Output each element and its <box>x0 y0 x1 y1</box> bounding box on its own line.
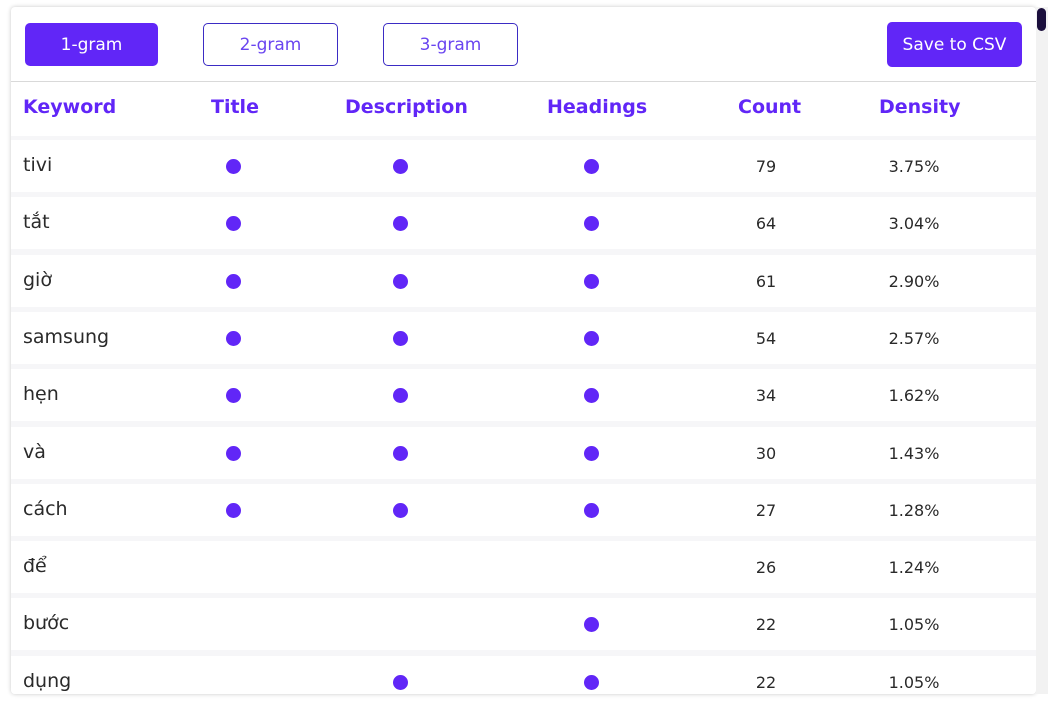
density-cell: 1.05% <box>888 615 940 634</box>
header-density[interactable]: Density <box>879 96 960 118</box>
density-cell: 1.43% <box>888 444 940 463</box>
table-header: Keyword Title Description Headings Count… <box>11 82 1036 136</box>
description-presence-dot-icon <box>393 503 408 518</box>
table-row: tắt 64 3.04% <box>11 197 1036 249</box>
keyword-cell: và <box>23 441 46 463</box>
headings-presence-dot-icon <box>584 675 599 690</box>
table-row: và 30 1.43% <box>11 427 1036 479</box>
headings-presence-dot-icon <box>584 274 599 289</box>
density-cell: 1.05% <box>888 673 940 692</box>
count-cell: 64 <box>755 214 777 233</box>
header-keyword[interactable]: Keyword <box>23 96 116 118</box>
description-presence-dot-icon <box>393 331 408 346</box>
density-cell: 1.62% <box>888 386 940 405</box>
toolbar: 1-gram 2-gram 3-gram Save to CSV <box>11 7 1036 82</box>
count-cell: 79 <box>755 157 777 176</box>
keyword-cell: bước <box>23 612 70 634</box>
description-presence-dot-icon <box>393 446 408 461</box>
table-row: bước 22 1.05% <box>11 598 1036 650</box>
description-presence-dot-icon <box>393 216 408 231</box>
density-cell: 2.57% <box>888 329 940 348</box>
description-presence-dot-icon <box>393 675 408 690</box>
density-cell: 1.28% <box>888 501 940 520</box>
keyword-cell: giờ <box>23 269 52 291</box>
count-cell: 54 <box>755 329 777 348</box>
table-row: giờ 61 2.90% <box>11 255 1036 307</box>
headings-presence-dot-icon <box>584 503 599 518</box>
headings-presence-dot-icon <box>584 216 599 231</box>
density-cell: 3.04% <box>888 214 940 233</box>
title-presence-dot-icon <box>226 446 241 461</box>
title-presence-dot-icon <box>226 159 241 174</box>
title-presence-dot-icon <box>226 388 241 403</box>
count-cell: 26 <box>755 558 777 577</box>
header-description[interactable]: Description <box>345 96 468 118</box>
description-presence-dot-icon <box>393 388 408 403</box>
table-row: để 26 1.24% <box>11 541 1036 593</box>
count-cell: 27 <box>755 501 777 520</box>
headings-presence-dot-icon <box>584 446 599 461</box>
description-presence-dot-icon <box>393 159 408 174</box>
keyword-cell: để <box>23 555 47 577</box>
headings-presence-dot-icon <box>584 159 599 174</box>
description-presence-dot-icon <box>393 274 408 289</box>
keyword-table: Keyword Title Description Headings Count… <box>11 82 1036 694</box>
3-gram-button[interactable]: 3-gram <box>383 23 518 66</box>
scrollbar-thumb[interactable] <box>1037 8 1046 31</box>
count-cell: 30 <box>755 444 777 463</box>
count-cell: 61 <box>755 272 777 291</box>
1-gram-button[interactable]: 1-gram <box>25 23 158 66</box>
headings-presence-dot-icon <box>584 331 599 346</box>
keyword-cell: hẹn <box>23 383 59 405</box>
table-row: samsung 54 2.57% <box>11 312 1036 364</box>
2-gram-button[interactable]: 2-gram <box>203 23 338 66</box>
table-row: cách 27 1.28% <box>11 484 1036 536</box>
density-cell: 3.75% <box>888 157 940 176</box>
headings-presence-dot-icon <box>584 617 599 632</box>
headings-presence-dot-icon <box>584 388 599 403</box>
keyword-cell: samsung <box>23 326 110 348</box>
save-to-csv-button[interactable]: Save to CSV <box>887 22 1022 67</box>
density-cell: 2.90% <box>888 272 940 291</box>
count-cell: 34 <box>755 386 777 405</box>
title-presence-dot-icon <box>226 331 241 346</box>
keyword-cell: tắt <box>23 211 50 233</box>
table-row: hẹn 34 1.62% <box>11 369 1036 421</box>
table-row: tivi 79 3.75% <box>11 140 1036 192</box>
title-presence-dot-icon <box>226 216 241 231</box>
scrollbar-track[interactable] <box>1036 7 1048 694</box>
header-title[interactable]: Title <box>211 96 259 118</box>
count-cell: 22 <box>755 673 777 692</box>
keyword-density-panel: 1-gram 2-gram 3-gram Save to CSV Keyword… <box>11 7 1036 694</box>
header-count[interactable]: Count <box>738 96 801 118</box>
keyword-cell: tivi <box>23 154 53 176</box>
keyword-cell: dụng <box>23 670 72 692</box>
title-presence-dot-icon <box>226 274 241 289</box>
table-row: dụng 22 1.05% <box>11 656 1036 694</box>
count-cell: 22 <box>755 615 777 634</box>
page: 1-gram 2-gram 3-gram Save to CSV Keyword… <box>0 0 1054 709</box>
density-cell: 1.24% <box>888 558 940 577</box>
header-headings[interactable]: Headings <box>547 96 647 118</box>
title-presence-dot-icon <box>226 503 241 518</box>
keyword-cell: cách <box>23 498 68 520</box>
